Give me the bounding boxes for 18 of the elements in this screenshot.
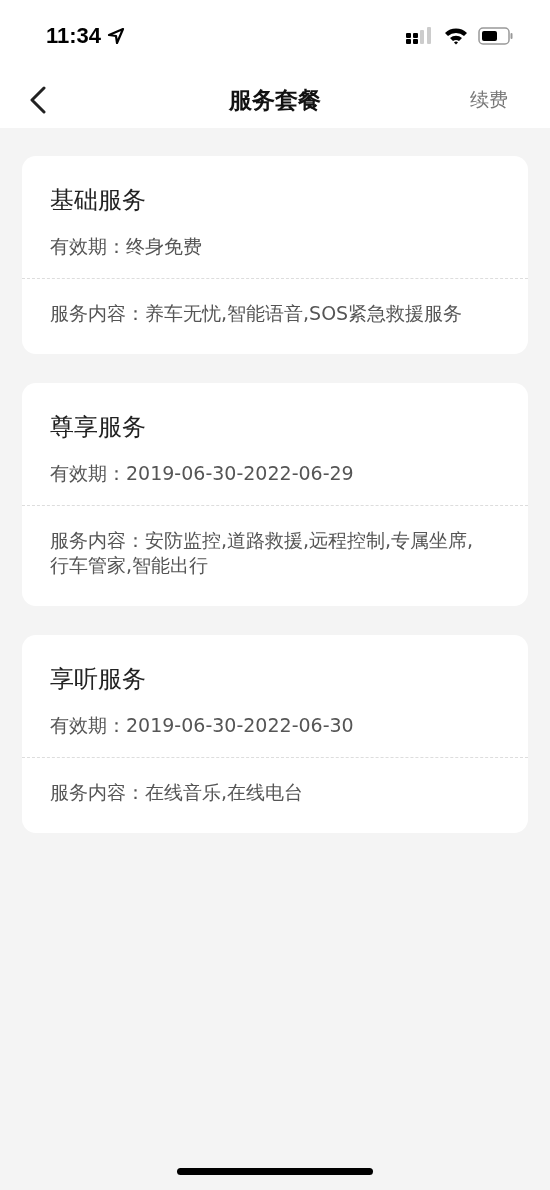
location-arrow-icon bbox=[107, 27, 126, 45]
signal-icon bbox=[406, 27, 434, 45]
renew-button[interactable]: 续费 bbox=[470, 87, 508, 113]
service-content-text: 服务内容：安防监控,道路救援,远程控制,专属坐席,行车管家,智能出行 bbox=[49, 528, 475, 578]
back-chevron-icon bbox=[28, 86, 48, 114]
service-content-text: 服务内容：养车无忧,智能语音,SOS紧急救援服务 bbox=[49, 301, 464, 326]
validity-text: 有效期：2019-06-30-2022-06-30 bbox=[50, 713, 355, 737]
service-content-text: 服务内容：在线音乐,在线电台 bbox=[49, 780, 305, 805]
status-time: 11:34 bbox=[46, 23, 102, 49]
package-name: 享听服务 bbox=[50, 664, 147, 695]
back-button[interactable] bbox=[28, 86, 48, 114]
package-name: 基础服务 bbox=[50, 185, 147, 216]
battery-icon bbox=[478, 27, 514, 45]
wifi-icon bbox=[444, 27, 468, 45]
validity-text: 有效期：终身免费 bbox=[50, 234, 203, 258]
package-name: 尊享服务 bbox=[50, 412, 147, 443]
page-title: 服务套餐 bbox=[229, 85, 321, 115]
validity-text: 有效期：2019-06-30-2022-06-29 bbox=[50, 461, 355, 485]
